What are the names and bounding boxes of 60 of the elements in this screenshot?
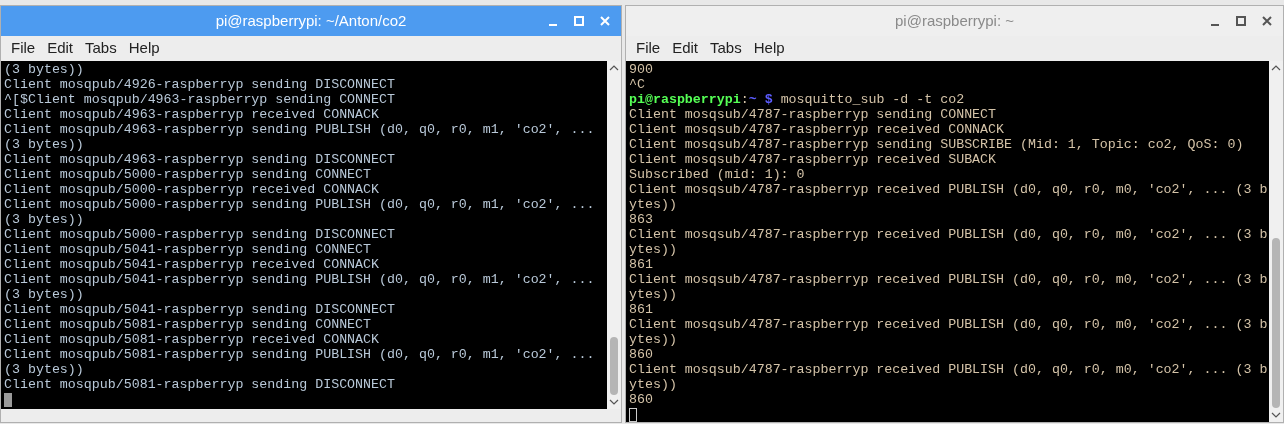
terminal-line: 900 xyxy=(629,62,654,77)
terminal-line: Client mosqsub/4787-raspberryp received SUBACK xyxy=(629,152,998,167)
menu-item[interactable]: Help xyxy=(753,37,785,60)
window-title: pi@raspberrypi: ~/Anton/co2 xyxy=(215,10,407,31)
terminal-line: Client mosqsub/4787-raspberryp received PUBLISH (d0, q0, r0, m0, 'co2', ... (3 b xyxy=(629,227,1269,242)
terminal-line: 860 xyxy=(629,347,654,362)
terminal-line: Client mosqpub/4963-raspberryp sending PUBLISH (d0, q0, r0, m1, 'co2', ... xyxy=(4,122,596,137)
terminal-line: 860 xyxy=(629,392,654,407)
terminal-line: Client mosqsub/4787-raspberryp received PUBLISH (d0, q0, r0, m0, 'co2', ... (3 b xyxy=(629,362,1269,377)
terminal-line: Client mosqpub/5041-raspberryp received CONNACK xyxy=(4,257,381,272)
terminal-line: 861 xyxy=(629,302,654,317)
terminal-line: Client mosqpub/4963-raspberryp sending DISCONNECT xyxy=(4,152,396,167)
terminal-line: Client mosqpub/5081-raspberryp received CONNACK xyxy=(4,332,381,347)
prompt-line: pi@raspberrypi:~ $ mosquitto_sub -d -t co2 xyxy=(629,92,966,107)
terminal-line: Client mosqpub/4926-raspberryp sending DISCONNECT xyxy=(4,77,396,92)
menu-item[interactable]: File xyxy=(11,37,36,60)
terminal-line: Client mosqsub/4787-raspberryp received PUBLISH (d0, q0, r0, m0, 'co2', ... (3 b xyxy=(629,317,1269,332)
terminal-line: Client mosqpub/5000-raspberryp received CONNACK xyxy=(4,182,381,197)
terminal-line: Client mosqsub/4787-raspberryp sending CONNECT xyxy=(629,107,998,122)
close-icon[interactable] xyxy=(1261,15,1273,27)
menu-item[interactable]: File xyxy=(636,37,661,60)
terminal-line: Client mosqpub/5081-raspberryp sending PUBLISH (d0, q0, r0, m1, 'co2', ... xyxy=(4,347,596,362)
terminal-line: ytes)) xyxy=(629,287,678,302)
menu-item[interactable]: Tabs xyxy=(85,37,117,60)
terminal-line: ytes)) xyxy=(629,197,678,212)
terminal-line: Client mosqpub/5000-raspberryp sending CONNECT xyxy=(4,167,373,182)
scrollbar[interactable] xyxy=(1269,61,1283,422)
window-title: pi@raspberrypi: ~ xyxy=(895,10,1014,31)
terminal-line: Client mosqpub/5041-raspberryp sending PUBLISH (d0, q0, r0, m1, 'co2', ... xyxy=(4,272,596,287)
terminal-line: 863 xyxy=(629,212,654,227)
menu-item[interactable]: Edit xyxy=(47,37,74,60)
terminal-line: Client mosqpub/5000-raspberryp sending PUBLISH (d0, q0, r0, m1, 'co2', ... xyxy=(4,197,596,212)
terminal-line: Client mosqpub/5041-raspberryp sending CONNECT xyxy=(4,242,373,257)
menu-item[interactable]: Tabs xyxy=(710,37,742,60)
scroll-thumb[interactable] xyxy=(1272,238,1280,408)
scroll-thumb[interactable] xyxy=(610,337,618,395)
terminal-line: (3 bytes)) xyxy=(4,362,85,377)
terminal-line: Client mosqpub/4963-raspberryp received CONNACK xyxy=(4,107,381,122)
terminal-line: ytes)) xyxy=(629,377,678,392)
terminal-line: Client mosqsub/4787-raspberryp received PUBLISH (d0, q0, r0, m0, 'co2', ... (3 b xyxy=(629,182,1269,197)
maximize-icon[interactable] xyxy=(1235,15,1247,27)
terminal-line: (3 bytes)) xyxy=(4,137,85,152)
terminal-line: ^[$Client mosqpub/4963-raspberryp sending CONNECT xyxy=(4,92,396,107)
terminal-line: (3 bytes)) xyxy=(4,287,85,302)
menu-item[interactable]: Help xyxy=(128,37,160,60)
terminal-line: ytes)) xyxy=(629,332,678,347)
terminal-line: Client mosqpub/5081-raspberryp sending CONNECT xyxy=(4,317,373,332)
terminal-line: Client mosqpub/5000-raspberryp sending DISCONNECT xyxy=(4,227,396,242)
terminal-line: Client mosqsub/4787-raspberryp sending SUBSCRIBE (Mid: 1, Topic: co2, QoS: 0) xyxy=(629,137,1245,152)
terminal-line: ytes)) xyxy=(629,242,678,257)
menu-item[interactable]: Edit xyxy=(672,37,699,60)
terminal-line: Subscribed (mid: 1): 0 xyxy=(629,167,806,182)
terminal-line: 861 xyxy=(629,257,654,272)
terminal-line: Client mosqsub/4787-raspberryp received CONNACK xyxy=(629,122,1006,137)
terminal-line: (3 bytes)) xyxy=(4,212,85,227)
terminal-line: Client mosqsub/4787-raspberryp received PUBLISH (d0, q0, r0, m0, 'co2', ... (3 b xyxy=(629,272,1269,287)
terminal-line: ^C xyxy=(629,77,646,92)
terminal-line: Client mosqpub/5041-raspberryp sending DISCONNECT xyxy=(4,302,396,317)
terminal-line: Client mosqpub/5081-raspberryp sending DISCONNECT xyxy=(4,377,396,392)
terminal-line: (3 bytes)) xyxy=(4,62,85,77)
